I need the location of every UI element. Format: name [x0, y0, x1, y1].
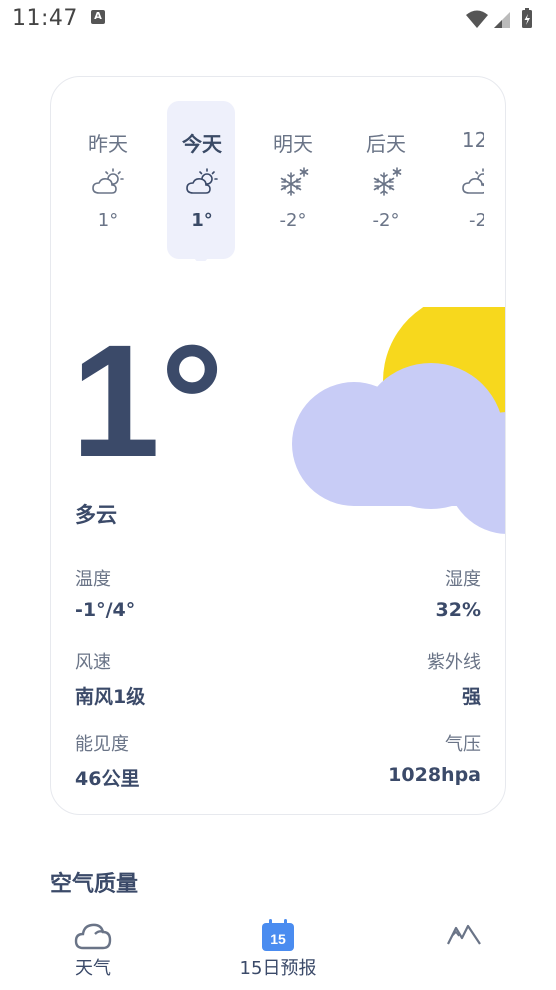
weather-card: 昨天 1° 今天 1° 明天 -2° 后天 -2° 1 - 1° 多云 温度 -…	[50, 76, 506, 815]
metric-value: 46公里	[75, 768, 140, 790]
snow-icon	[373, 167, 402, 196]
forecast-day-yesterday[interactable]: 昨天 1°	[73, 101, 143, 261]
nav-label: 15日预报	[239, 958, 317, 979]
mountain-icon	[447, 924, 481, 945]
selected-pointer	[193, 257, 209, 261]
metric-value: 南风1级	[75, 686, 146, 708]
day-label: 昨天	[88, 132, 128, 156]
metric-label: 紫外线	[427, 652, 481, 673]
partly-cloudy-icon	[92, 168, 124, 194]
forecast-day-12[interactable]: 12/ -2	[443, 101, 484, 261]
day-label: 明天	[273, 132, 313, 156]
status-bar: 11:47 A	[0, 0, 556, 38]
forecast-day-today[interactable]: 今天 1°	[167, 101, 237, 261]
day-temp: 1°	[97, 210, 119, 231]
current-temperature: 1°	[71, 311, 224, 490]
bottom-navigation: 天气 15 15日预报	[0, 918, 556, 990]
uv-metric: 紫外线 强	[427, 648, 481, 709]
metric-label: 风速	[75, 652, 111, 673]
nav-weather-tab[interactable]: 天气	[60, 918, 126, 980]
day-temp: -2°	[372, 210, 400, 231]
status-time: 11:47	[12, 6, 78, 31]
metric-label: 温度	[75, 569, 111, 590]
partly-cloudy-icon	[186, 168, 218, 194]
forecast-day-after-tomorrow[interactable]: 后天 -2°	[351, 101, 421, 261]
nav-more-tab[interactable]	[444, 918, 484, 952]
pressure-metric: 气压 1028hpa	[388, 730, 481, 786]
battery-icon	[522, 8, 532, 28]
day-label: 12/	[461, 128, 484, 152]
day-label: 后天	[366, 132, 406, 156]
cloudy-illustration	[292, 307, 505, 534]
metric-label: 气压	[445, 734, 481, 755]
metric-label: 能见度	[75, 734, 129, 755]
metric-value: -1°/4°	[75, 599, 136, 621]
day-temp: -2	[469, 210, 484, 231]
metric-value: 强	[461, 686, 481, 708]
calendar-icon: 15	[262, 919, 294, 951]
metric-value: 1028hpa	[388, 764, 481, 786]
nav-label: 天气	[75, 958, 111, 979]
notification-icon: A	[91, 10, 105, 24]
status-icons	[464, 8, 544, 30]
forecast-day-tomorrow[interactable]: 明天 -2°	[258, 101, 328, 261]
metric-label: 湿度	[445, 569, 481, 590]
cloud-icon	[74, 923, 112, 950]
humidity-metric: 湿度 32%	[436, 565, 481, 621]
current-condition: 多云	[75, 503, 117, 527]
day-temp: -2°	[279, 210, 307, 231]
metric-value: 32%	[435, 599, 481, 621]
day-temp: 1°	[191, 210, 213, 231]
wifi-icon	[466, 10, 488, 28]
temp-range-metric: 温度 -1°/4°	[75, 565, 135, 621]
signal-icon	[494, 12, 510, 28]
air-quality-title: 空气质量	[50, 872, 139, 897]
day-label: 今天	[182, 132, 222, 156]
partly-cloudy-icon	[462, 168, 484, 194]
nav-forecast-tab[interactable]: 15 15日预报	[226, 918, 330, 980]
forecast-strip[interactable]: 昨天 1° 今天 1° 明天 -2° 后天 -2° 1 -	[51, 101, 484, 261]
snow-icon	[280, 167, 309, 196]
calendar-icon-number: 15	[270, 931, 286, 947]
visibility-metric: 能见度 46公里	[75, 730, 139, 791]
cloud-shape	[292, 363, 505, 534]
wind-metric: 风速 南风1级	[75, 648, 145, 709]
